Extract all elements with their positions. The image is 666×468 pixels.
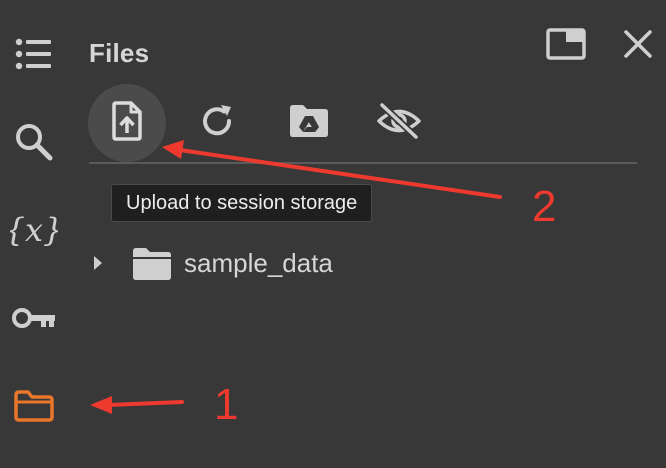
variables-button[interactable]: {x} [8, 204, 60, 256]
toggle-hidden-files-button[interactable] [360, 84, 438, 162]
colab-files-panel: {x} Files [0, 0, 666, 468]
close-button[interactable] [616, 26, 660, 66]
file-tree-item-label: sample_data [184, 247, 333, 278]
expand-caret-icon[interactable] [84, 240, 112, 286]
open-in-tab-button[interactable] [544, 26, 588, 66]
secrets-button[interactable] [8, 292, 60, 344]
open-in-tab-icon [546, 27, 586, 65]
annotation-overlay [90, 140, 502, 414]
upload-button[interactable] [88, 84, 166, 162]
table-of-contents-button[interactable] [8, 28, 60, 80]
annotation-label-1: 1 [214, 380, 239, 429]
folder-icon [13, 389, 55, 423]
folder-icon [130, 240, 174, 286]
refresh-icon [197, 101, 237, 146]
files-button[interactable] [8, 380, 60, 432]
search-icon [14, 122, 54, 162]
svg-text:{x}: {x} [10, 211, 58, 249]
annotation-arrow-1 [90, 396, 184, 414]
refresh-button[interactable] [178, 84, 256, 162]
file-tree-item-sample-data[interactable]: sample_data [84, 240, 624, 286]
close-icon [623, 29, 653, 64]
mount-drive-icon [288, 103, 330, 144]
upload-icon [110, 100, 144, 146]
upload-tooltip: Upload to session storage [111, 184, 373, 222]
toolbar-divider [89, 162, 637, 164]
search-button[interactable] [8, 116, 60, 168]
hide-hidden-files-icon [376, 101, 422, 145]
mount-drive-button[interactable] [270, 84, 348, 162]
toc-icon [15, 37, 53, 71]
panel-title: Files [89, 38, 150, 68]
variables-icon: {x} [10, 210, 58, 250]
secrets-key-icon [11, 305, 57, 331]
annotation-label-2: 2 [532, 182, 557, 231]
